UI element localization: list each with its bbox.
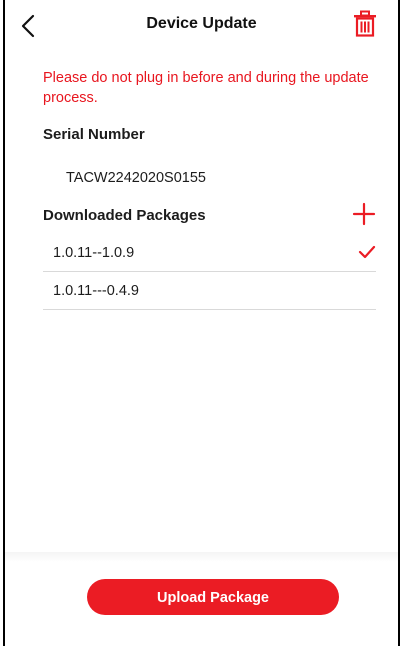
warning-message: Please do not plug in before and during … bbox=[43, 70, 369, 106]
device-update-screen: Device Update Please do not plug in befo… bbox=[3, 0, 400, 646]
package-label: 1.0.11--1.0.9 bbox=[53, 245, 135, 261]
page-title: Device Update bbox=[146, 15, 257, 32]
package-label: 1.0.11---0.4.9 bbox=[53, 283, 139, 299]
plus-icon bbox=[352, 202, 376, 226]
package-item[interactable]: 1.0.11--1.0.9 bbox=[43, 234, 376, 272]
upload-package-button[interactable]: Upload Package bbox=[87, 579, 339, 615]
serial-number-label: Serial Number bbox=[43, 126, 145, 143]
checkmark-icon bbox=[358, 245, 376, 259]
trash-icon bbox=[354, 10, 376, 37]
package-item[interactable]: 1.0.11---0.4.9 bbox=[43, 272, 376, 310]
header: Device Update bbox=[5, 0, 398, 50]
add-package-button[interactable] bbox=[352, 202, 376, 226]
downloaded-packages-label: Downloaded Packages bbox=[43, 207, 206, 224]
package-list: 1.0.11--1.0.9 1.0.11---0.4.9 bbox=[43, 234, 376, 310]
delete-button[interactable] bbox=[352, 10, 378, 38]
serial-number-value: TACW2242020S0155 bbox=[66, 170, 206, 186]
footer-divider bbox=[5, 552, 398, 562]
footer: Upload Package bbox=[5, 562, 398, 646]
